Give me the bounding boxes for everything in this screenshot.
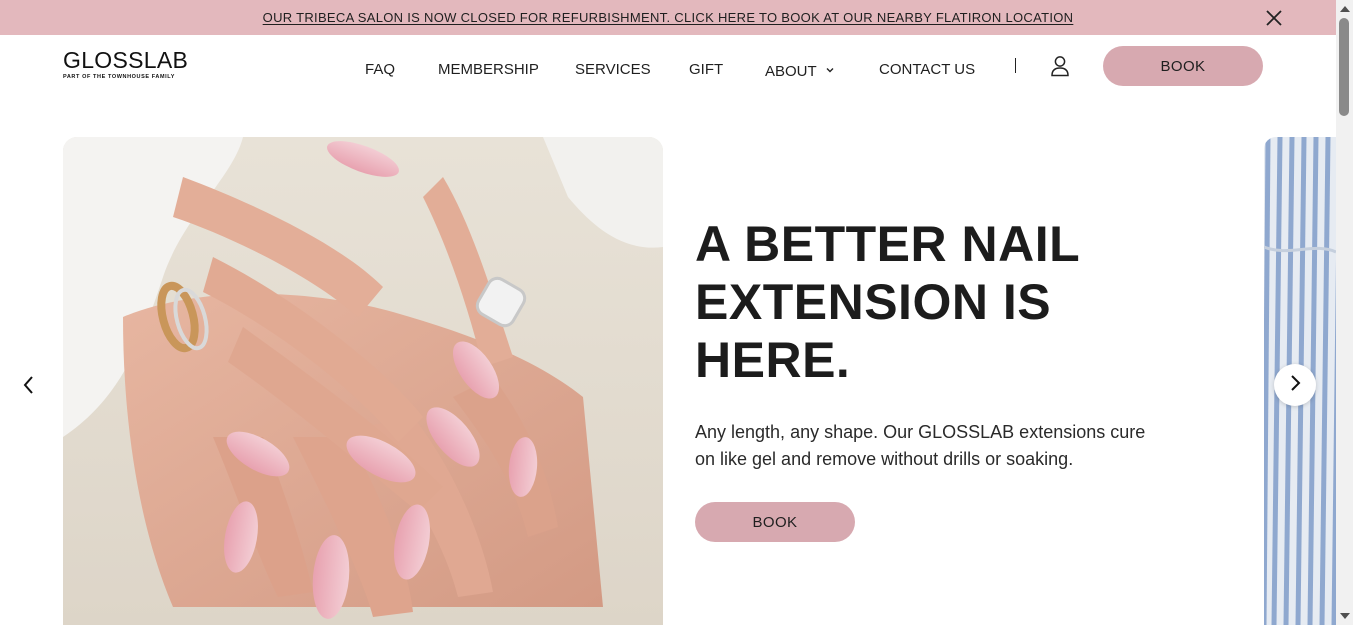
nav-divider — [1015, 58, 1016, 73]
hero-image-nails — [63, 137, 663, 625]
nav-item-about-label: ABOUT — [765, 63, 817, 80]
scroll-down-arrow[interactable] — [1340, 613, 1350, 619]
logo[interactable]: GLOSSLAB PART OF THE TOWNHOUSE FAMILY — [63, 47, 188, 80]
carousel-next-button[interactable] — [1274, 364, 1316, 406]
hero-book-button[interactable]: BOOK — [695, 502, 855, 542]
header-book-button[interactable]: BOOK — [1103, 46, 1263, 86]
nav-item-faq[interactable]: FAQ — [365, 61, 395, 78]
close-icon[interactable] — [1264, 8, 1284, 28]
logo-tagline: PART OF THE TOWNHOUSE FAMILY — [63, 74, 176, 80]
logo-wordmark: GLOSSLAB — [63, 47, 189, 73]
site-header: GLOSSLAB PART OF THE TOWNHOUSE FAMILY FA… — [0, 35, 1336, 105]
nav-item-membership[interactable]: MEMBERSHIP — [438, 61, 539, 78]
scroll-thumb[interactable] — [1339, 18, 1349, 116]
user-icon[interactable] — [1050, 55, 1070, 77]
nav-item-gift[interactable]: GIFT — [689, 61, 723, 78]
nav-item-services[interactable]: SERVICES — [575, 61, 651, 78]
page-scrollbar[interactable] — [1336, 0, 1353, 625]
chevron-left-icon[interactable] — [18, 372, 40, 398]
announcement-link[interactable]: OUR TRIBECA SALON IS NOW CLOSED FOR REFU… — [263, 10, 1074, 25]
chevron-down-icon — [826, 61, 834, 73]
scroll-up-arrow[interactable] — [1340, 6, 1350, 12]
hero-subtext: Any length, any shape. Our GLOSSLAB exte… — [695, 422, 1146, 469]
nav-item-about[interactable]: ABOUT — [765, 61, 834, 80]
chevron-right-icon — [1287, 374, 1303, 397]
hero-headline: A BETTER NAIL EXTENSION IS HERE. — [695, 216, 1080, 388]
nav-item-contact-us[interactable]: CONTACT US — [879, 61, 975, 78]
announcement-bar: OUR TRIBECA SALON IS NOW CLOSED FOR REFU… — [0, 0, 1336, 35]
